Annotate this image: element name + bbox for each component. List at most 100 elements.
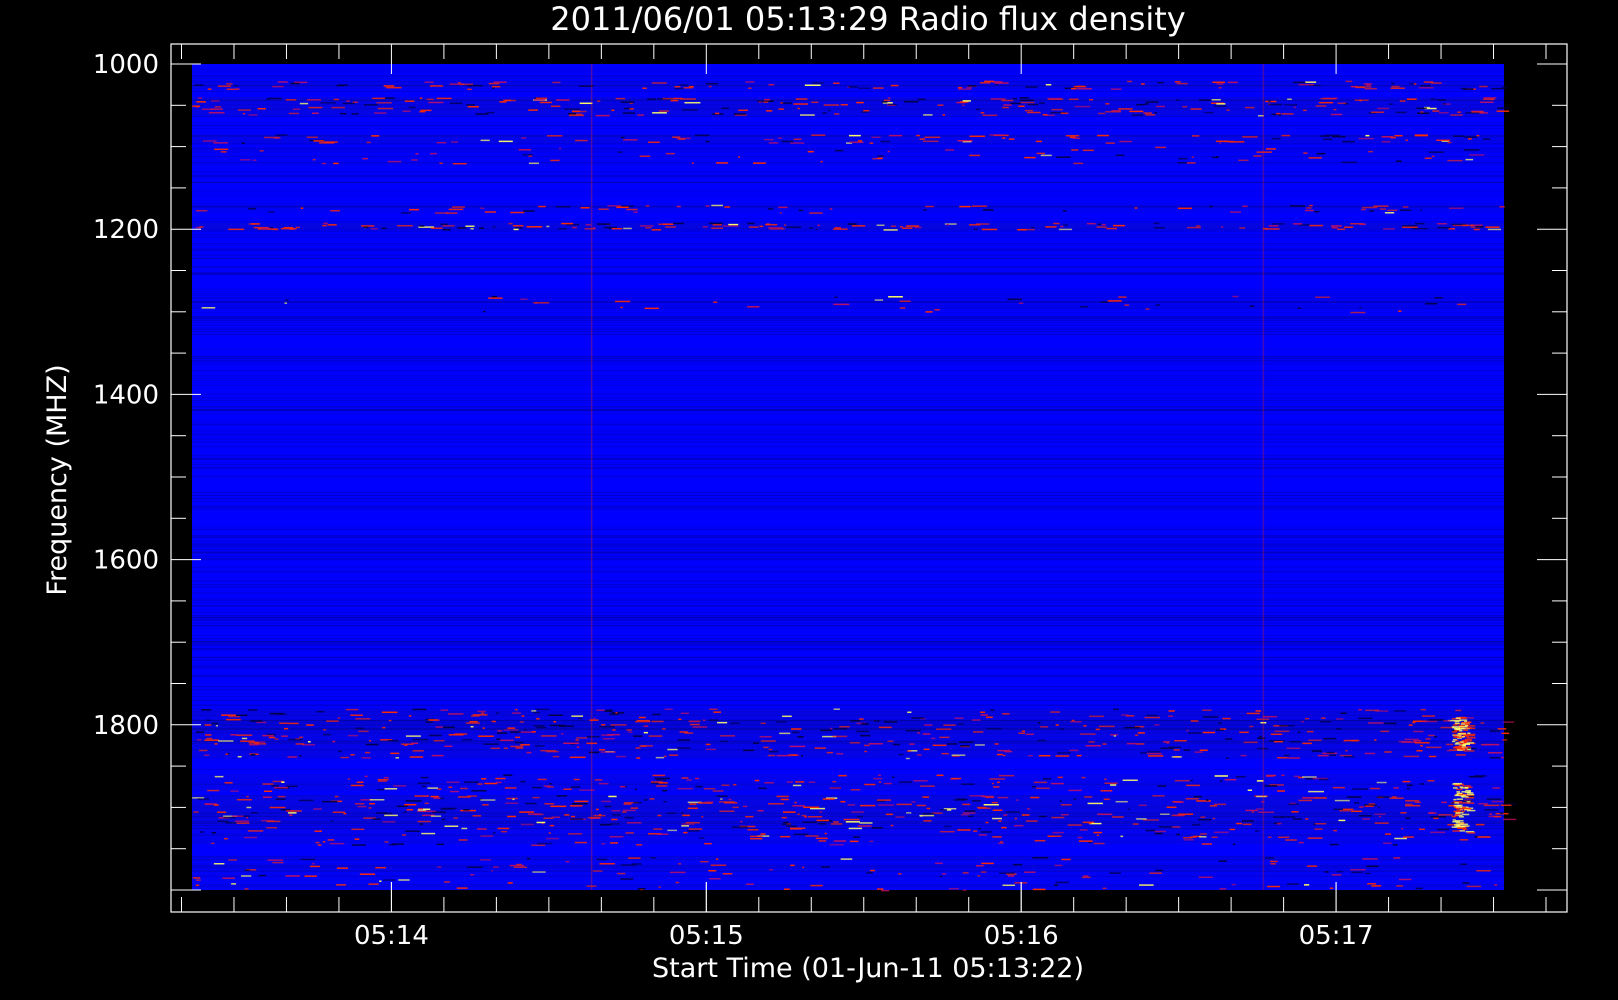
- heatmap-pixel: [549, 824, 555, 827]
- heatmap-pixel: [1182, 105, 1188, 108]
- heatmap-pixel: [779, 212, 782, 214]
- heatmap-pixel: [1430, 98, 1436, 100]
- heatmap-pixel: [1019, 101, 1035, 104]
- heatmap-pixel: [467, 84, 483, 87]
- heatmap-pixel: [975, 108, 980, 111]
- heatmap-texture-line: [191, 622, 1505, 624]
- heatmap-pixel: [1071, 149, 1079, 151]
- heatmap-pixel: [1055, 755, 1070, 757]
- heatmap-texture-line: [191, 324, 1505, 326]
- heatmap-pixel: [620, 306, 623, 309]
- heatmap-pixel: [1144, 103, 1149, 105]
- heatmap-pixel: [492, 85, 501, 88]
- heatmap-pixel: [1489, 730, 1500, 732]
- heatmap-pixel: [513, 228, 519, 231]
- heatmap-texture-line: [191, 546, 1505, 548]
- heatmap-pixel: [1286, 747, 1301, 750]
- heatmap-pixel: [1177, 161, 1187, 164]
- heatmap-pixel: [369, 799, 385, 801]
- heatmap-pixel: [1384, 751, 1392, 753]
- heatmap-pixel: [1199, 749, 1208, 752]
- heatmap-pixel: [763, 138, 774, 141]
- heatmap-pixel: [715, 858, 719, 860]
- heatmap-texture-line: [191, 77, 1505, 79]
- heatmap-pixel: [1383, 842, 1392, 844]
- heatmap-pixel: [906, 225, 920, 227]
- heatmap-pixel: [1450, 114, 1463, 116]
- heatmap-pixel: [1088, 822, 1092, 824]
- heatmap-pixel: [1160, 813, 1170, 815]
- heatmap-pixel: [1374, 739, 1377, 741]
- heatmap-texture-line: [191, 202, 1505, 204]
- heatmap-pixel: [733, 113, 747, 115]
- heatmap-pixel: [458, 839, 468, 841]
- heatmap-pixel: [1380, 730, 1390, 733]
- heatmap-pixel: [503, 729, 519, 731]
- heatmap-pixel: [926, 807, 931, 810]
- heatmap-pixel: [1436, 99, 1446, 101]
- heatmap-pixel: [1155, 105, 1166, 108]
- heatmap-pixel: [715, 162, 729, 164]
- heatmap-pixel: [299, 736, 304, 739]
- heatmap-pixel: [759, 225, 764, 228]
- heatmap-pixel: [332, 811, 345, 813]
- heatmap-pixel: [1363, 83, 1373, 85]
- heatmap-pixel: [420, 776, 429, 779]
- heatmap-pixel: [1502, 739, 1508, 741]
- heatmap-pixel: [780, 798, 789, 801]
- heatmap-pixel: [811, 82, 825, 84]
- heatmap-pixel: [368, 807, 372, 809]
- heatmap-pixel: [720, 740, 728, 743]
- heatmap-pixel: [245, 816, 248, 819]
- y-axis-label: Frequency (MHZ): [42, 364, 73, 595]
- heatmap-pixel: [1061, 858, 1071, 861]
- heatmap-pixel: [250, 812, 259, 814]
- heatmap-pixel: [997, 842, 1004, 845]
- heatmap-pixel: [388, 719, 392, 722]
- heatmap-pixel: [1075, 85, 1085, 88]
- heatmap-pixel: [214, 148, 229, 151]
- heatmap-pixel: [783, 821, 789, 824]
- heatmap-band: [191, 774, 1505, 793]
- heatmap-pixel: [1455, 754, 1466, 756]
- heatmap-pixel: [1174, 779, 1190, 782]
- heatmap-pixel: [1371, 885, 1382, 887]
- heatmap-pixel: [963, 812, 976, 814]
- heatmap-pixel: [346, 100, 350, 102]
- heatmap-texture-line: [191, 438, 1505, 440]
- heatmap-pixel: [1054, 864, 1063, 867]
- heatmap-pixel: [1040, 726, 1049, 728]
- heatmap-pixel: [412, 708, 427, 711]
- heatmap-pixel: [980, 871, 987, 873]
- heatmap-pixel: [1483, 743, 1500, 746]
- heatmap-pixel: [351, 113, 359, 115]
- heatmap-pixel: [1339, 809, 1351, 812]
- heatmap-pixel: [731, 826, 748, 828]
- heatmap-pixel: [968, 815, 974, 818]
- heatmap-pixel: [1305, 818, 1309, 820]
- heatmap-pixel: [1154, 832, 1163, 835]
- heatmap-burst-pixel: [1461, 721, 1469, 724]
- heatmap-pixel: [1002, 713, 1010, 715]
- heatmap-pixel: [442, 225, 455, 227]
- heatmap-pixel: [1193, 795, 1202, 798]
- heatmap-pixel: [1465, 158, 1474, 161]
- heatmap-burst-pixel: [1456, 809, 1462, 812]
- heatmap-pixel: [701, 816, 704, 818]
- heatmap-pixel: [1265, 100, 1277, 103]
- heatmap-texture-line: [191, 549, 1505, 551]
- heatmap-pixel: [733, 783, 737, 786]
- heatmap-pixel: [939, 809, 948, 811]
- heatmap-pixel: [258, 874, 267, 877]
- heatmap-pixel: [208, 111, 225, 114]
- heatmap-pixel: [629, 108, 634, 110]
- heatmap-burst-pixel: [1454, 820, 1464, 822]
- heatmap-pixel: [274, 738, 279, 740]
- heatmap-pixel: [1345, 80, 1353, 83]
- heatmap-pixel: [676, 205, 681, 208]
- heatmap-pixel: [1154, 724, 1160, 726]
- heatmap-pixel: [838, 774, 847, 777]
- heatmap-pixel: [535, 302, 550, 304]
- heatmap-pixel: [608, 795, 617, 798]
- heatmap-pixel: [570, 805, 583, 807]
